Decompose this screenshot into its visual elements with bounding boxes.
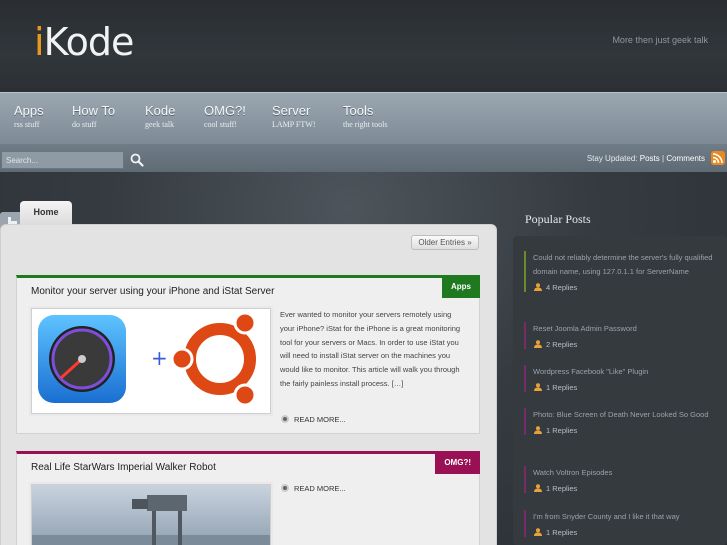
stay-label: Stay Updated: [586, 154, 638, 163]
nav-subtitle: do stuff [72, 120, 97, 129]
stay-updated: Stay Updated: Posts | Comments [587, 154, 705, 163]
user-icon [534, 528, 542, 536]
reply-count-label: 2 Replies [546, 340, 578, 349]
reply-count-label: 1 Replies [546, 484, 578, 493]
nav-subtitle: geek talk [145, 120, 175, 129]
bullet-icon [281, 415, 289, 423]
user-icon [534, 426, 542, 434]
post-title[interactable]: Monitor your server using your iPhone an… [31, 286, 274, 297]
post-card: Monitor your server using your iPhone an… [16, 275, 480, 434]
user-icon [534, 383, 542, 391]
comments-feed-link[interactable]: Comments [666, 154, 705, 163]
reply-count: 2 Replies [534, 340, 714, 349]
read-more-link[interactable]: READ MORE... [281, 484, 346, 493]
post-card: Real Life StarWars Imperial Walker Robot… [16, 451, 480, 545]
popular-post-item: I'm from Snyder County and I like it tha… [524, 510, 714, 537]
user-icon [534, 283, 542, 291]
reply-count: 1 Replies [534, 484, 714, 493]
tab-home[interactable]: Home [20, 201, 72, 225]
reply-count-label: 4 Replies [546, 283, 578, 292]
search-icon[interactable] [130, 153, 144, 167]
site-tagline: More then just geek talk [612, 35, 708, 45]
search-strip: Stay Updated: Posts | Comments [0, 144, 727, 172]
logo-i: i [34, 20, 45, 64]
main-nav: Apps rss stuff How To do stuff Kode geek ta… [0, 92, 727, 144]
nav-title: Tools [343, 103, 374, 118]
user-icon [534, 340, 542, 348]
rss-icon[interactable] [711, 151, 725, 165]
popular-post-item: Wordpress Facebook "Like" Plugin 1 Repli… [524, 365, 714, 392]
nav-item-tools[interactable]: Tools the right tools [343, 103, 387, 129]
reply-count: 1 Replies [534, 383, 714, 392]
popular-post-title[interactable]: Watch Voltron Episodes [533, 466, 714, 480]
site-logo[interactable]: iKode [34, 20, 135, 64]
reply-count: 1 Replies [534, 528, 714, 537]
read-more-link[interactable]: READ MORE... [281, 415, 346, 424]
nav-item-kode[interactable]: Kode geek talk [145, 103, 175, 129]
popular-post-item: Photo: Blue Screen of Death Never Looked… [524, 408, 714, 435]
imperial-walker-image [32, 485, 270, 545]
site-header: iKode More then just geek talk [0, 0, 727, 92]
popular-post-item: Reset Joomla Admin Password 2 Replies [524, 322, 714, 349]
nav-title: Kode [145, 103, 176, 118]
post-thumbnail[interactable]: + [31, 308, 271, 414]
popular-post-title[interactable]: Wordpress Facebook "Like" Plugin [533, 365, 714, 379]
post-title[interactable]: Real Life StarWars Imperial Walker Robot [31, 462, 216, 473]
svg-text:+: + [151, 346, 168, 370]
category-badge[interactable]: OMG?! [435, 451, 480, 474]
nav-title: OMG?! [204, 103, 246, 118]
sidebar-title: Popular Posts [525, 212, 591, 226]
posts-feed-link[interactable]: Posts [640, 154, 660, 163]
nav-item-omg[interactable]: OMG?! cool stuff! [204, 103, 246, 129]
category-badge[interactable]: Apps [442, 275, 480, 298]
popular-post-title[interactable]: Reset Joomla Admin Password [533, 322, 714, 336]
reply-count-label: 1 Replies [546, 426, 578, 435]
bullet-icon [281, 484, 289, 492]
nav-item-apps[interactable]: Apps rss stuff [14, 103, 44, 129]
read-more-label: READ MORE... [294, 415, 346, 424]
reply-count: 4 Replies [534, 283, 714, 292]
popular-post-item: Could not reliably determine the server'… [524, 251, 714, 292]
logo-text: Kode [43, 20, 135, 64]
read-more-label: READ MORE... [294, 484, 346, 493]
nav-subtitle: LAMP FTW! [272, 120, 316, 129]
reply-count: 1 Replies [534, 426, 714, 435]
nav-subtitle: rss stuff [14, 120, 40, 129]
post-excerpt: Ever wanted to monitor your servers remo… [280, 310, 461, 388]
nav-subtitle: cool stuff! [204, 120, 237, 129]
nav-title: How To [72, 103, 116, 118]
nav-item-howto[interactable]: How To do stuff [72, 103, 115, 129]
popular-post-title[interactable]: Could not reliably determine the server'… [533, 251, 714, 279]
nav-subtitle: the right tools [343, 120, 388, 129]
reply-count-label: 1 Replies [546, 383, 578, 392]
istat-ubuntu-image: + [38, 311, 257, 407]
popular-post-item: Watch Voltron Episodes 1 Replies [524, 466, 714, 493]
nav-item-server[interactable]: Server LAMP FTW! [272, 103, 315, 129]
older-entries-button[interactable]: Older Entries » [411, 235, 479, 250]
user-icon [534, 484, 542, 492]
reply-count-label: 1 Replies [546, 528, 578, 537]
nav-title: Apps [14, 103, 44, 118]
post-thumbnail[interactable] [31, 484, 271, 545]
nav-title: Server [272, 103, 311, 118]
search-input[interactable] [1, 151, 124, 169]
popular-post-title[interactable]: I'm from Snyder County and I like it tha… [533, 510, 714, 524]
popular-post-title[interactable]: Photo: Blue Screen of Death Never Looked… [533, 408, 714, 422]
